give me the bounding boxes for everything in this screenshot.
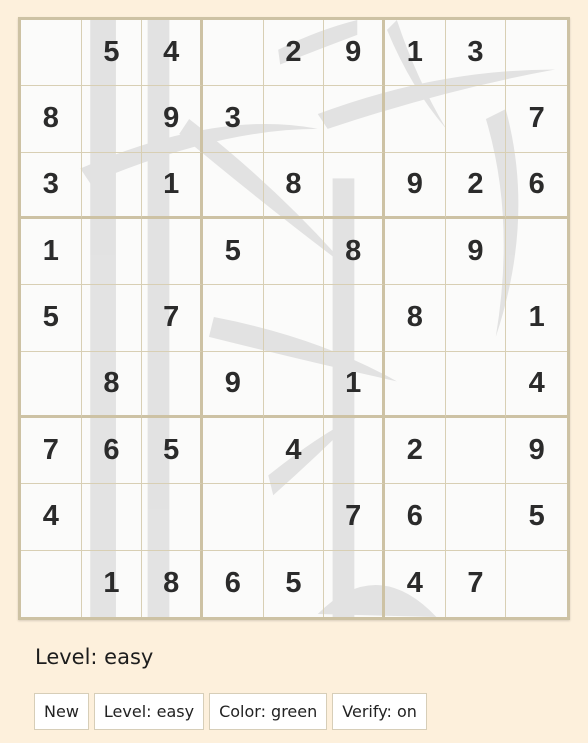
level-button[interactable]: Level: easy [93,693,205,730]
sudoku-cell-given[interactable]: 8 [263,152,325,219]
sudoku-cell-given[interactable]: 6 [506,153,567,219]
sudoku-cell-given[interactable]: 7 [21,418,82,485]
sudoku-cell-given[interactable]: 3 [203,86,264,153]
sudoku-cell-given[interactable]: 2 [385,418,446,485]
sudoku-cell-empty[interactable] [263,285,325,352]
sudoku-cell-empty[interactable] [445,86,507,153]
sudoku-cell-empty[interactable] [142,219,203,286]
sudoku-cell-given[interactable]: 5 [203,219,264,286]
sudoku-cell-empty[interactable] [385,86,446,153]
sudoku-cell-given[interactable]: 9 [324,20,385,87]
sudoku-cell-given[interactable]: 5 [506,484,567,551]
level-status-label: Level: easy [35,645,154,669]
sudoku-cell-given[interactable]: 6 [203,550,264,617]
sudoku-cell-given[interactable]: 7 [446,550,507,617]
sudoku-cell-empty[interactable] [81,285,143,352]
sudoku-cell-given[interactable]: 1 [82,550,143,617]
sudoku-cell-given[interactable]: 4 [385,550,446,617]
sudoku-cell-empty[interactable] [506,551,567,617]
sudoku-cell-empty[interactable] [81,86,143,153]
sudoku-cell-given[interactable]: 3 [21,152,82,219]
sudoku-cell-given[interactable]: 7 [142,285,203,352]
sudoku-cell-given[interactable]: 7 [506,86,567,153]
sudoku-cell-given[interactable]: 7 [324,484,385,551]
sudoku-cell-given[interactable]: 5 [142,418,203,485]
sudoku-cell-empty[interactable] [324,152,385,219]
sudoku-cell-empty[interactable] [385,219,446,286]
sudoku-cell-empty[interactable] [203,20,264,87]
sudoku-cell-given[interactable]: 5 [81,20,143,87]
sudoku-cell-empty[interactable] [21,550,82,617]
button-bar: New Level: easy Color: green Verify: on [34,693,427,730]
sudoku-cell-empty[interactable] [506,20,567,87]
sudoku-cell-empty[interactable] [445,418,507,485]
sudoku-cell-empty[interactable] [81,152,143,219]
sudoku-cell-given[interactable]: 2 [263,20,325,87]
sudoku-cell-empty[interactable] [21,351,82,418]
new-game-button[interactable]: New [34,693,89,730]
sudoku-cell-empty[interactable] [203,418,264,485]
sudoku-cell-given[interactable]: 8 [81,351,143,418]
sudoku-cell-empty[interactable] [263,484,325,551]
sudoku-cell-given[interactable]: 1 [506,285,567,352]
sudoku-cell-empty[interactable] [324,86,385,153]
sudoku-grid: 5429138937318926158957818914765429476518… [21,20,567,617]
sudoku-cell-given[interactable]: 8 [385,285,446,352]
sudoku-cell-given[interactable]: 4 [21,484,82,551]
sudoku-cell-given[interactable]: 8 [142,550,203,617]
sudoku-cell-given[interactable]: 9 [385,152,446,219]
sudoku-cell-empty[interactable] [506,219,567,286]
sudoku-cell-empty[interactable] [445,351,507,418]
sudoku-cell-given[interactable]: 9 [506,418,567,485]
sudoku-cell-empty[interactable] [203,285,264,352]
sudoku-cell-empty[interactable] [21,20,82,87]
sudoku-cell-empty[interactable] [203,152,264,219]
sudoku-cell-empty[interactable] [263,86,325,153]
sudoku-cell-given[interactable]: 6 [81,418,143,485]
sudoku-cell-given[interactable]: 3 [445,20,507,87]
sudoku-cell-empty[interactable] [142,351,203,418]
sudoku-cell-given[interactable]: 8 [21,86,82,153]
sudoku-cell-empty[interactable] [324,418,385,485]
sudoku-board: 5429138937318926158957818914765429476518… [18,17,570,620]
verify-button[interactable]: Verify: on [332,693,427,730]
sudoku-cell-empty[interactable] [263,351,325,418]
sudoku-cell-given[interactable]: 9 [203,351,264,418]
sudoku-cell-given[interactable]: 4 [263,418,325,485]
sudoku-cell-empty[interactable] [263,219,325,286]
sudoku-cell-given[interactable]: 1 [324,351,385,418]
sudoku-cell-given[interactable]: 5 [264,550,325,617]
sudoku-cell-given[interactable]: 2 [445,152,507,219]
sudoku-cell-empty[interactable] [81,219,143,286]
sudoku-cell-given[interactable]: 1 [385,20,446,87]
sudoku-cell-given[interactable]: 1 [142,152,203,219]
sudoku-cell-empty[interactable] [81,484,143,551]
sudoku-cell-empty[interactable] [445,285,507,352]
sudoku-cell-empty[interactable] [324,285,385,352]
sudoku-cell-empty[interactable] [324,550,385,617]
sudoku-cell-given[interactable]: 4 [506,352,567,418]
sudoku-cell-given[interactable]: 9 [445,219,507,286]
sudoku-cell-empty[interactable] [385,351,446,418]
sudoku-cell-given[interactable]: 5 [21,285,82,352]
sudoku-cell-empty[interactable] [142,484,203,551]
sudoku-cell-given[interactable]: 9 [142,86,203,153]
sudoku-cell-given[interactable]: 4 [142,20,203,87]
sudoku-cell-given[interactable]: 6 [385,484,446,551]
sudoku-cell-given[interactable]: 8 [324,219,385,286]
color-button[interactable]: Color: green [209,693,328,730]
sudoku-cell-empty[interactable] [203,484,264,551]
sudoku-cell-given[interactable]: 1 [21,219,82,286]
sudoku-cell-empty[interactable] [445,484,507,551]
